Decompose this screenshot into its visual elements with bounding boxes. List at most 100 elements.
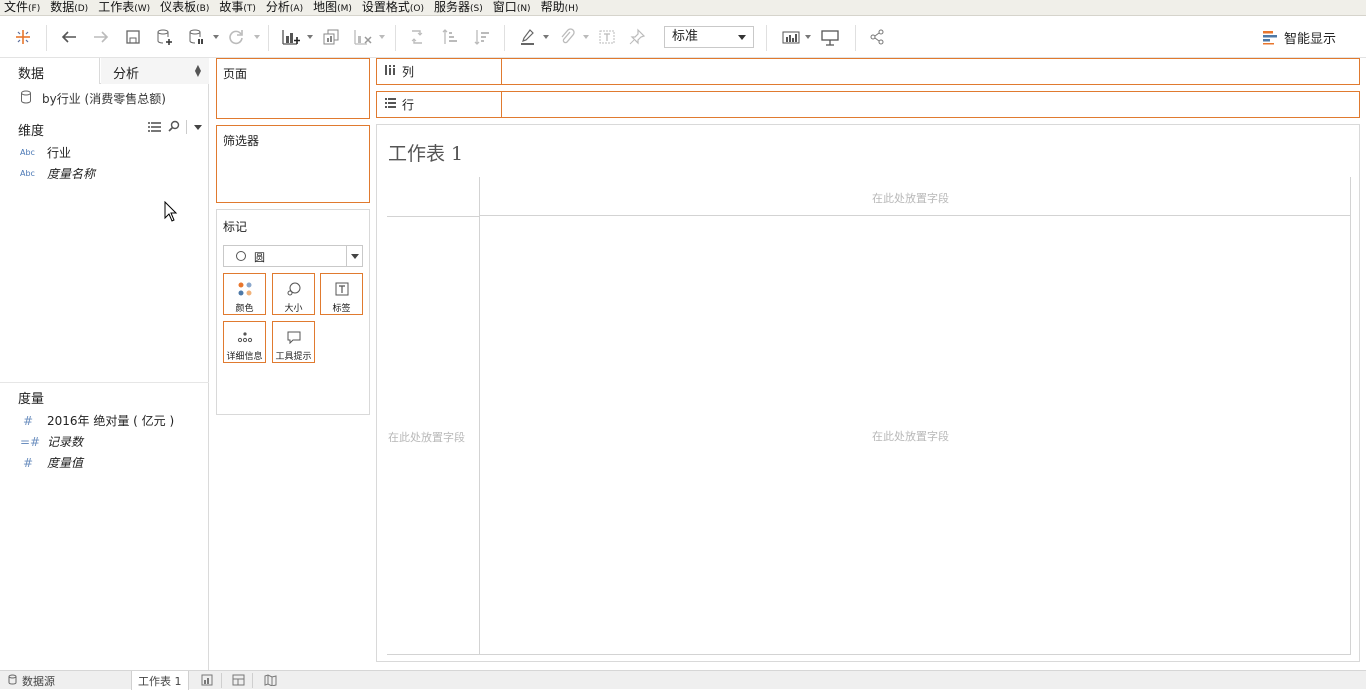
clear-sheet-icon[interactable] [351,25,375,49]
sheet-title[interactable]: 工作表 1 [388,139,463,166]
menu-format[interactable]: 设置格式(O) [358,0,430,17]
menu-story[interactable]: 故事(T) [215,0,262,17]
number-type-icon: # [23,413,34,428]
presentation-icon[interactable] [818,25,842,49]
color-icon [224,280,265,298]
measure-field[interactable]: =# 记录数 [20,433,83,450]
columns-shelf[interactable]: 列 [376,58,1360,85]
sheet-tab-label: 工作表 1 [138,674,182,688]
pages-shelf[interactable]: 页面 [216,58,370,119]
mark-type-value: 圆 [254,251,265,264]
menu-help[interactable]: 帮助(H) [537,0,585,17]
size-icon [273,280,314,298]
show-me-label: 智能显示 [1284,31,1337,47]
columns-text: 列 [402,65,415,79]
field-name: 度量名称 [47,167,96,181]
refresh-icon[interactable] [224,25,248,49]
duplicate-sheet-icon[interactable] [319,25,343,49]
chevron-down-icon[interactable] [346,246,362,266]
menu-dashboard[interactable]: 仪表板(B) [156,0,215,17]
swap-icon[interactable] [405,25,429,49]
menu-analysis[interactable]: 分析(A) [262,0,309,17]
pause-updates-icon[interactable] [185,25,209,49]
show-me-icon [1262,29,1280,45]
menu-worksheet[interactable]: 工作表(W) [94,0,156,17]
data-pane: 数据 分析 ▲ ▼ by行业 (消费零售总额) 维度 Abc 行业 Abc 度量名… [0,58,209,670]
marks-title: 标记 [223,220,248,234]
dimensions-title: 维度 [18,124,45,139]
highlight-icon[interactable] [516,25,540,49]
menu-bar: 文件(F) 数据(D) 工作表(W) 仪表板(B) 故事(T) 分析(A) 地图… [0,0,1366,16]
pane-tabs: 数据 分析 ▲ ▼ [0,58,209,84]
view-area[interactable]: 工作表 1 在此处放置字段 在此处放置字段 在此处放置字段 [376,124,1360,662]
dimension-field[interactable]: Abc 行业 [20,144,71,161]
pane-divider[interactable] [0,382,209,383]
mark-type-select[interactable]: 圆 [223,245,363,267]
tab-data[interactable]: 数据 [0,58,100,84]
text-icon [321,280,362,298]
center-drop-zone[interactable]: 在此处放置字段 [480,217,1350,654]
datasource-tab[interactable]: 数据源 [8,671,55,690]
label-button[interactable]: 标签 [320,273,363,315]
datasource-item[interactable]: by行业 (消费零售总额) [20,90,166,107]
row-drop-zone[interactable]: 在此处放置字段 [387,217,479,654]
cards-icon[interactable] [779,25,803,49]
menu-window[interactable]: 窗口(N) [489,0,537,17]
detail-button[interactable]: 详细信息 [223,321,266,363]
undo-icon[interactable] [57,25,81,49]
detail-label: 详细信息 [226,352,263,362]
new-worksheet-icon[interactable] [279,25,303,49]
size-button[interactable]: 大小 [272,273,315,315]
circle-icon [236,251,246,261]
filters-title: 筛选器 [223,134,260,148]
sort-ascending-icon[interactable] [438,25,462,49]
drop-field-hint: 在此处放置字段 [872,192,949,205]
dimension-field[interactable]: Abc 度量名称 [20,165,95,182]
label-icon[interactable] [595,25,619,49]
datasource-tab-label: 数据源 [22,674,55,688]
group-icon[interactable] [555,25,579,49]
show-me-button[interactable]: 智能显示 [1262,26,1354,48]
measure-field[interactable]: # 度量值 [20,454,83,471]
marks-card: 标记 圆 颜色 大小 标签 详细信息 工具提示 [216,209,370,415]
share-icon[interactable] [865,25,889,49]
field-name: 记录数 [47,435,84,449]
redo-icon[interactable] [89,25,113,49]
search-icon[interactable] [168,120,180,136]
tab-sheet-1[interactable]: 工作表 1 [131,671,189,690]
fit-select[interactable]: 标准 [664,26,754,48]
save-icon[interactable] [121,25,145,49]
new-story-icon[interactable] [264,674,278,687]
field-name: 2016年 绝对量 ( 亿元 ) [47,414,175,428]
string-type-icon: Abc [20,169,35,178]
new-worksheet-icon[interactable] [201,674,215,686]
chevron-down-icon[interactable] [194,125,202,130]
label-label: 标签 [332,304,351,314]
sheet-tab-bar: 数据源 工作表 1 [0,670,1366,690]
divider [1350,177,1351,655]
pin-icon[interactable] [625,25,649,49]
filters-shelf[interactable]: 筛选器 [216,125,370,203]
string-type-icon: Abc [20,148,35,157]
fit-select-value: 标准 [672,29,699,44]
view-list-icon[interactable] [148,121,161,136]
measure-field[interactable]: # 2016年 绝对量 ( 亿元 ) [20,412,174,429]
database-icon [8,674,17,688]
tooltip-label: 工具提示 [275,352,312,362]
new-dashboard-icon[interactable] [232,674,246,686]
toolbar: 标准 智能显示 [0,17,1366,58]
tab-analysis[interactable]: 分析 ▲ ▼ [101,58,209,84]
menu-map[interactable]: 地图(M) [309,0,358,17]
menu-data[interactable]: 数据(D) [46,0,94,17]
sort-arrows-icon: ▲ ▼ [194,63,201,78]
column-drop-zone[interactable]: 在此处放置字段 [479,177,1351,216]
detail-icon [224,328,265,346]
rows-shelf[interactable]: 行 [376,91,1360,118]
new-datasource-icon[interactable] [153,25,177,49]
sort-descending-icon[interactable] [470,25,494,49]
tableau-logo-icon[interactable] [11,25,35,49]
menu-server[interactable]: 服务器(S) [430,0,489,17]
menu-file[interactable]: 文件(F) [0,0,46,17]
color-button[interactable]: 颜色 [223,273,266,315]
tooltip-button[interactable]: 工具提示 [272,321,315,363]
